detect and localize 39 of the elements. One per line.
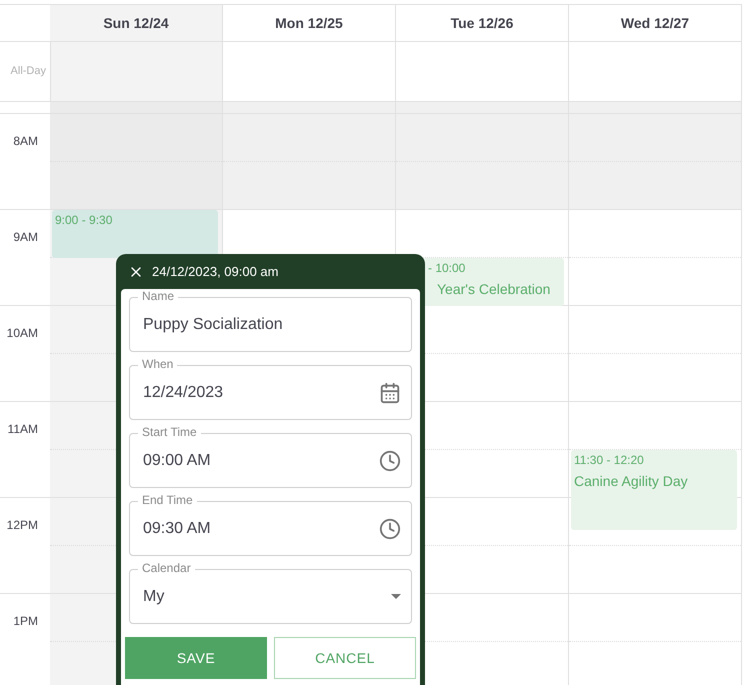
clock-icon[interactable]: [379, 450, 401, 472]
time-slot[interactable]: [223, 102, 395, 114]
field-label: Name: [138, 289, 178, 303]
hour-label: 1PM: [13, 613, 38, 628]
day-header[interactable]: Mon 12/25: [223, 5, 396, 42]
hour-label: 8AM: [13, 133, 38, 148]
field-value: 09:00 AM: [143, 450, 211, 470]
event-title: Canine Agility Day: [574, 472, 688, 491]
time-slot[interactable]: [569, 102, 741, 114]
dropdown-caret-icon[interactable]: [391, 594, 401, 599]
hour-label: 12PM: [6, 517, 38, 532]
event-title: Year's Celebration: [436, 280, 550, 299]
day-header[interactable]: Sun 12/24: [50, 5, 223, 42]
event-time: - 10:00: [428, 260, 466, 277]
time-slot[interactable]: [50, 102, 222, 114]
all-day-cell[interactable]: [569, 42, 742, 102]
field-value: Puppy Socialization: [143, 314, 283, 334]
field-label: Start Time: [138, 425, 201, 439]
time-slot[interactable]: [396, 102, 568, 114]
clock-icon[interactable]: [379, 518, 401, 540]
event-time: 9:00 - 9:30: [55, 212, 112, 229]
all-day-label: All-Day: [10, 64, 46, 80]
all-day-cell[interactable]: [223, 42, 396, 102]
hour-label: 11AM: [8, 421, 38, 436]
hour-label: 9AM: [13, 229, 38, 244]
field-value: 12/24/2023: [143, 382, 224, 402]
all-day-cell[interactable]: [50, 42, 223, 102]
field-value: 09:30 AM: [143, 518, 211, 538]
hour-label: 10AM: [6, 325, 38, 340]
field-label: End Time: [138, 493, 197, 507]
field-value: My: [143, 586, 164, 606]
popup-title: 24/12/2023, 09:00 am: [152, 262, 278, 281]
event-time: 11:30 - 12:20: [574, 452, 644, 469]
all-day-cell[interactable]: [396, 42, 569, 102]
field-label: When: [138, 357, 178, 371]
day-header[interactable]: Tue 12/26: [396, 5, 569, 42]
field-label: Calendar: [138, 561, 195, 575]
day-header[interactable]: Wed 12/27: [569, 5, 742, 42]
calendar-icon[interactable]: [379, 382, 401, 404]
